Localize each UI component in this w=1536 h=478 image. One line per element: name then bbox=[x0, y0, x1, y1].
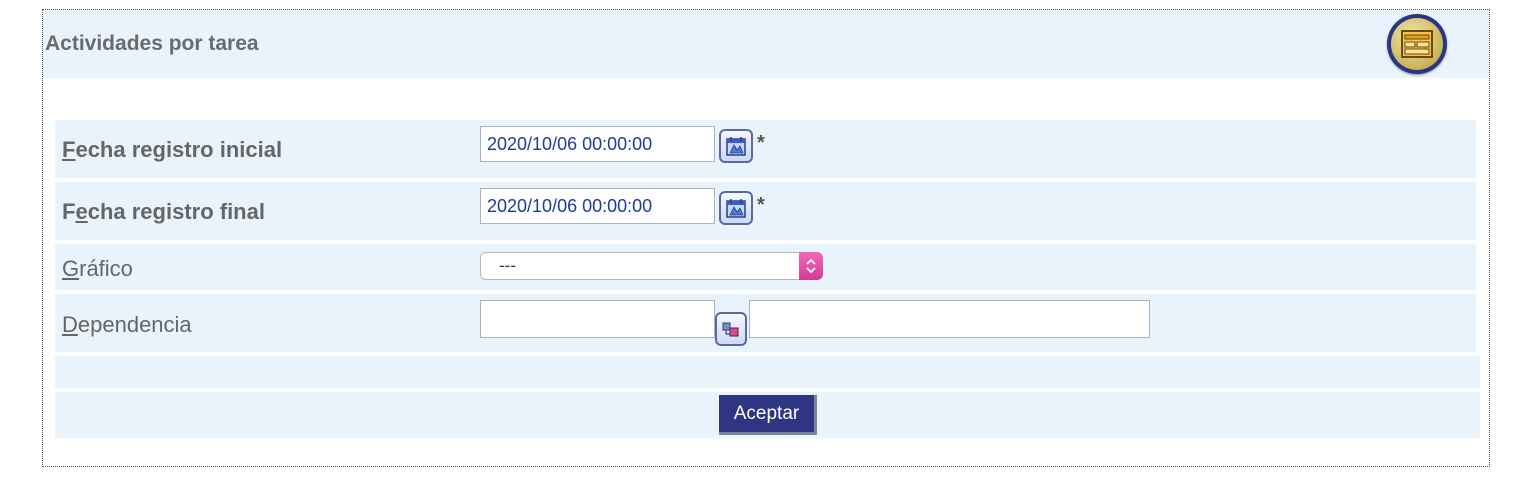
report-icon[interactable] bbox=[1387, 14, 1447, 74]
grafico-selected-value: --- bbox=[499, 256, 516, 275]
required-mark: * bbox=[757, 132, 765, 154]
spacer-row bbox=[55, 356, 1480, 388]
calendar-icon[interactable] bbox=[719, 191, 753, 225]
fecha-final-input[interactable]: 2020/10/06 00:00:00 bbox=[480, 188, 715, 224]
grafico-select[interactable]: --- bbox=[480, 252, 823, 280]
chevron-up-down-icon[interactable] bbox=[799, 252, 823, 280]
fecha-final-label: Fecha registro final bbox=[62, 199, 265, 224]
activities-panel: Actividades por tarea Fecha registro ini… bbox=[42, 9, 1490, 467]
panel-title: Actividades por tarea bbox=[45, 32, 259, 55]
actions-row: Aceptar bbox=[55, 392, 1480, 438]
accept-button[interactable]: Aceptar bbox=[719, 395, 817, 435]
required-mark: * bbox=[757, 194, 765, 216]
panel-header: Actividades por tarea bbox=[43, 10, 1489, 78]
dependencia-code-input[interactable] bbox=[480, 300, 715, 338]
fecha-final-row: Fecha registro final 2020/10/06 00:00:00… bbox=[55, 182, 1476, 240]
dependencia-name-input[interactable] bbox=[749, 300, 1150, 338]
calendar-icon[interactable] bbox=[719, 129, 753, 163]
dependencia-label: Dependencia bbox=[62, 312, 192, 337]
search-icon[interactable] bbox=[715, 312, 747, 346]
grafico-label: Gráfico bbox=[62, 256, 133, 281]
dependencia-row: Dependencia bbox=[55, 294, 1476, 352]
fecha-inicial-label: Fecha registro inicial bbox=[62, 137, 283, 162]
fecha-inicial-row: Fecha registro inicial 2020/10/06 00:00:… bbox=[55, 120, 1476, 178]
grafico-row: Gráfico --- bbox=[55, 244, 1476, 290]
fecha-inicial-input[interactable]: 2020/10/06 00:00:00 bbox=[480, 126, 715, 162]
